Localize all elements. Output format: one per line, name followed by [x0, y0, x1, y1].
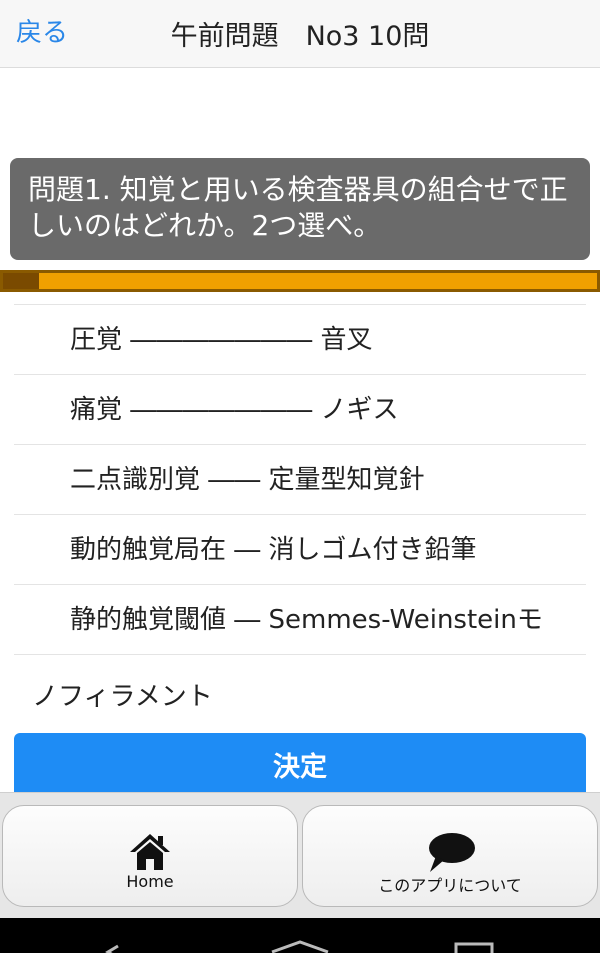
progress-bar [0, 270, 600, 292]
choice-list: 圧覚 ――――――― 音叉 痛覚 ――――――― ノギス 二点識別覚 ―― 定量… [14, 304, 586, 655]
tab-home[interactable]: Home [2, 805, 298, 907]
header-bar: 戻る 午前問題 No3 10問 [0, 0, 600, 68]
tab-home-label: Home [126, 872, 174, 891]
tab-about[interactable]: このアプリについて [302, 805, 598, 907]
choice-item-4[interactable]: 動的触覚局在 ― 消しゴム付き鉛筆 [14, 515, 586, 585]
nav-back-icon [105, 944, 119, 953]
choice-item-5[interactable]: 静的触覚閾値 ― Semmes-Weinsteinモ [14, 585, 586, 655]
speech-bubble-icon [303, 832, 597, 872]
choice-item-3[interactable]: 二点識別覚 ―― 定量型知覚針 [14, 445, 586, 515]
app-screen: 戻る 午前問題 No3 10問 問題1. 知覚と用いる検査器具の組合せで正しいの… [0, 0, 600, 953]
bottom-tab-bar: Home このアプリについて [0, 792, 600, 919]
progress-fill [3, 273, 39, 289]
nav-recents-icon [454, 942, 494, 953]
choice-item-2[interactable]: 痛覚 ――――――― ノギス [14, 375, 586, 445]
system-nav-bar [0, 918, 600, 953]
question-text: 問題1. 知覚と用いる検査器具の組合せで正しいのはどれか。2つ選べ。 [10, 158, 590, 260]
tab-about-label: このアプリについて [378, 876, 522, 895]
choice-item-5-continuation: ノフィラメント [32, 682, 213, 712]
home-icon [3, 832, 297, 872]
page-title: 午前問題 No3 10問 [170, 21, 430, 52]
choice-item-1[interactable]: 圧覚 ――――――― 音叉 [14, 305, 586, 375]
nav-home-icon [271, 940, 329, 953]
